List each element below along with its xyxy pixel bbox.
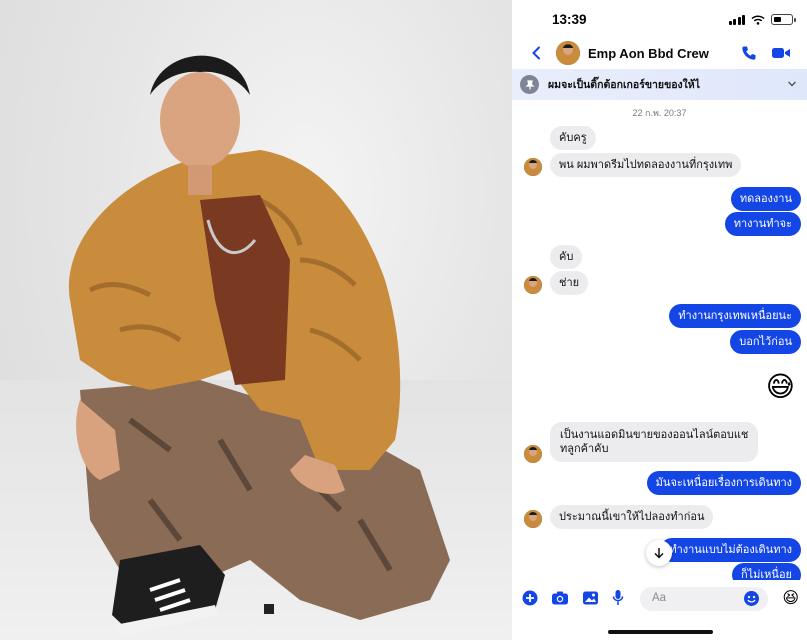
status-time: 13:39: [552, 12, 587, 27]
plus-icon[interactable]: [522, 590, 538, 606]
status-bar: 13:39: [512, 0, 807, 36]
message-incoming[interactable]: คับ: [550, 245, 583, 269]
pinned-message-text: ผมจะเป็นติ๊กต้อกเกอร์ขายของให้ไ: [548, 79, 701, 91]
message-outgoing[interactable]: บอกไว้ก่อน: [730, 330, 801, 354]
sender-avatar: [524, 276, 542, 294]
message-line: เป็นงานแอดมินขายของออนไลน์ตอบแช: [560, 429, 749, 441]
profile-photo: [0, 0, 512, 640]
sender-avatar: [524, 510, 542, 528]
contact-name[interactable]: Emp Aon Bbd Crew: [588, 46, 709, 61]
quick-reaction-emoji[interactable]: 😆: [782, 588, 799, 608]
sender-avatar: [524, 158, 542, 176]
message-incoming-multiline[interactable]: เป็นงานแอดมินขายของออนไลน์ตอบแช ทลูกค้าค…: [550, 422, 759, 462]
message-input-placeholder: Aa: [652, 592, 667, 604]
sender-avatar: [524, 445, 542, 463]
message-thread[interactable]: 22 ก.พ. 20:37 คับครู พน ผมพาดรีมไปทดลองง…: [512, 100, 807, 580]
messenger-screen: 13:39 Emp Aon Bbd Crew ผมจะเป็นติ๊กต้อกเ…: [512, 0, 807, 640]
message-line: ทลูกค้าคับ: [560, 443, 609, 455]
message-input[interactable]: Aa: [640, 587, 768, 611]
arrow-down-icon: [654, 548, 664, 559]
chat-header: Emp Aon Bbd Crew: [512, 38, 807, 68]
message-incoming[interactable]: พน ผมพาดรีมไปทดลองงานที่กรุงเทพ: [550, 153, 742, 177]
message-outgoing[interactable]: มันจะเหนื่อยเรื่องการเดินทาง: [646, 471, 801, 495]
video-call-icon[interactable]: [771, 46, 791, 60]
wifi-icon: [751, 15, 765, 25]
scroll-to-bottom-button[interactable]: [646, 540, 672, 566]
pin-icon: [520, 75, 539, 94]
contact-avatar[interactable]: [556, 41, 580, 65]
phone-icon[interactable]: [741, 45, 757, 61]
message-outgoing[interactable]: ทำงานกรุงเทพเหนื่อยนะ: [669, 304, 801, 328]
message-timestamp: 22 ก.พ. 20:37: [632, 108, 687, 118]
message-outgoing[interactable]: ทางานทำจะ: [724, 212, 801, 236]
person-illustration: [68, 55, 450, 637]
home-indicator: [608, 630, 713, 634]
message-outgoing[interactable]: ก็ไม่เหนื่อย: [731, 563, 801, 580]
back-chevron-icon[interactable]: [530, 46, 544, 60]
pinned-message-bar[interactable]: ผมจะเป็นติ๊กต้อกเกอร์ขายของให้ไ: [512, 69, 807, 100]
chevron-down-icon[interactable]: [787, 79, 797, 89]
message-outgoing[interactable]: ทำงานแบบไม่ต้องเดินทาง: [660, 538, 801, 562]
message-incoming[interactable]: คับครู: [550, 126, 596, 150]
cellular-signal-icon: [728, 14, 745, 25]
image-icon[interactable]: [582, 590, 599, 606]
camera-icon[interactable]: [551, 590, 569, 606]
message-outgoing[interactable]: ทดลองงาน: [730, 187, 801, 211]
composer-bar: Aa 😆: [512, 580, 807, 620]
message-incoming[interactable]: ประมาณนี้เขาให้ไปลองทำก่อน: [550, 505, 714, 529]
microphone-icon[interactable]: [612, 589, 624, 606]
battery-icon: [771, 14, 796, 25]
emoji-icon[interactable]: [743, 590, 760, 607]
message-emoji[interactable]: 😅: [766, 372, 795, 402]
message-incoming[interactable]: ช่าย: [550, 271, 589, 295]
